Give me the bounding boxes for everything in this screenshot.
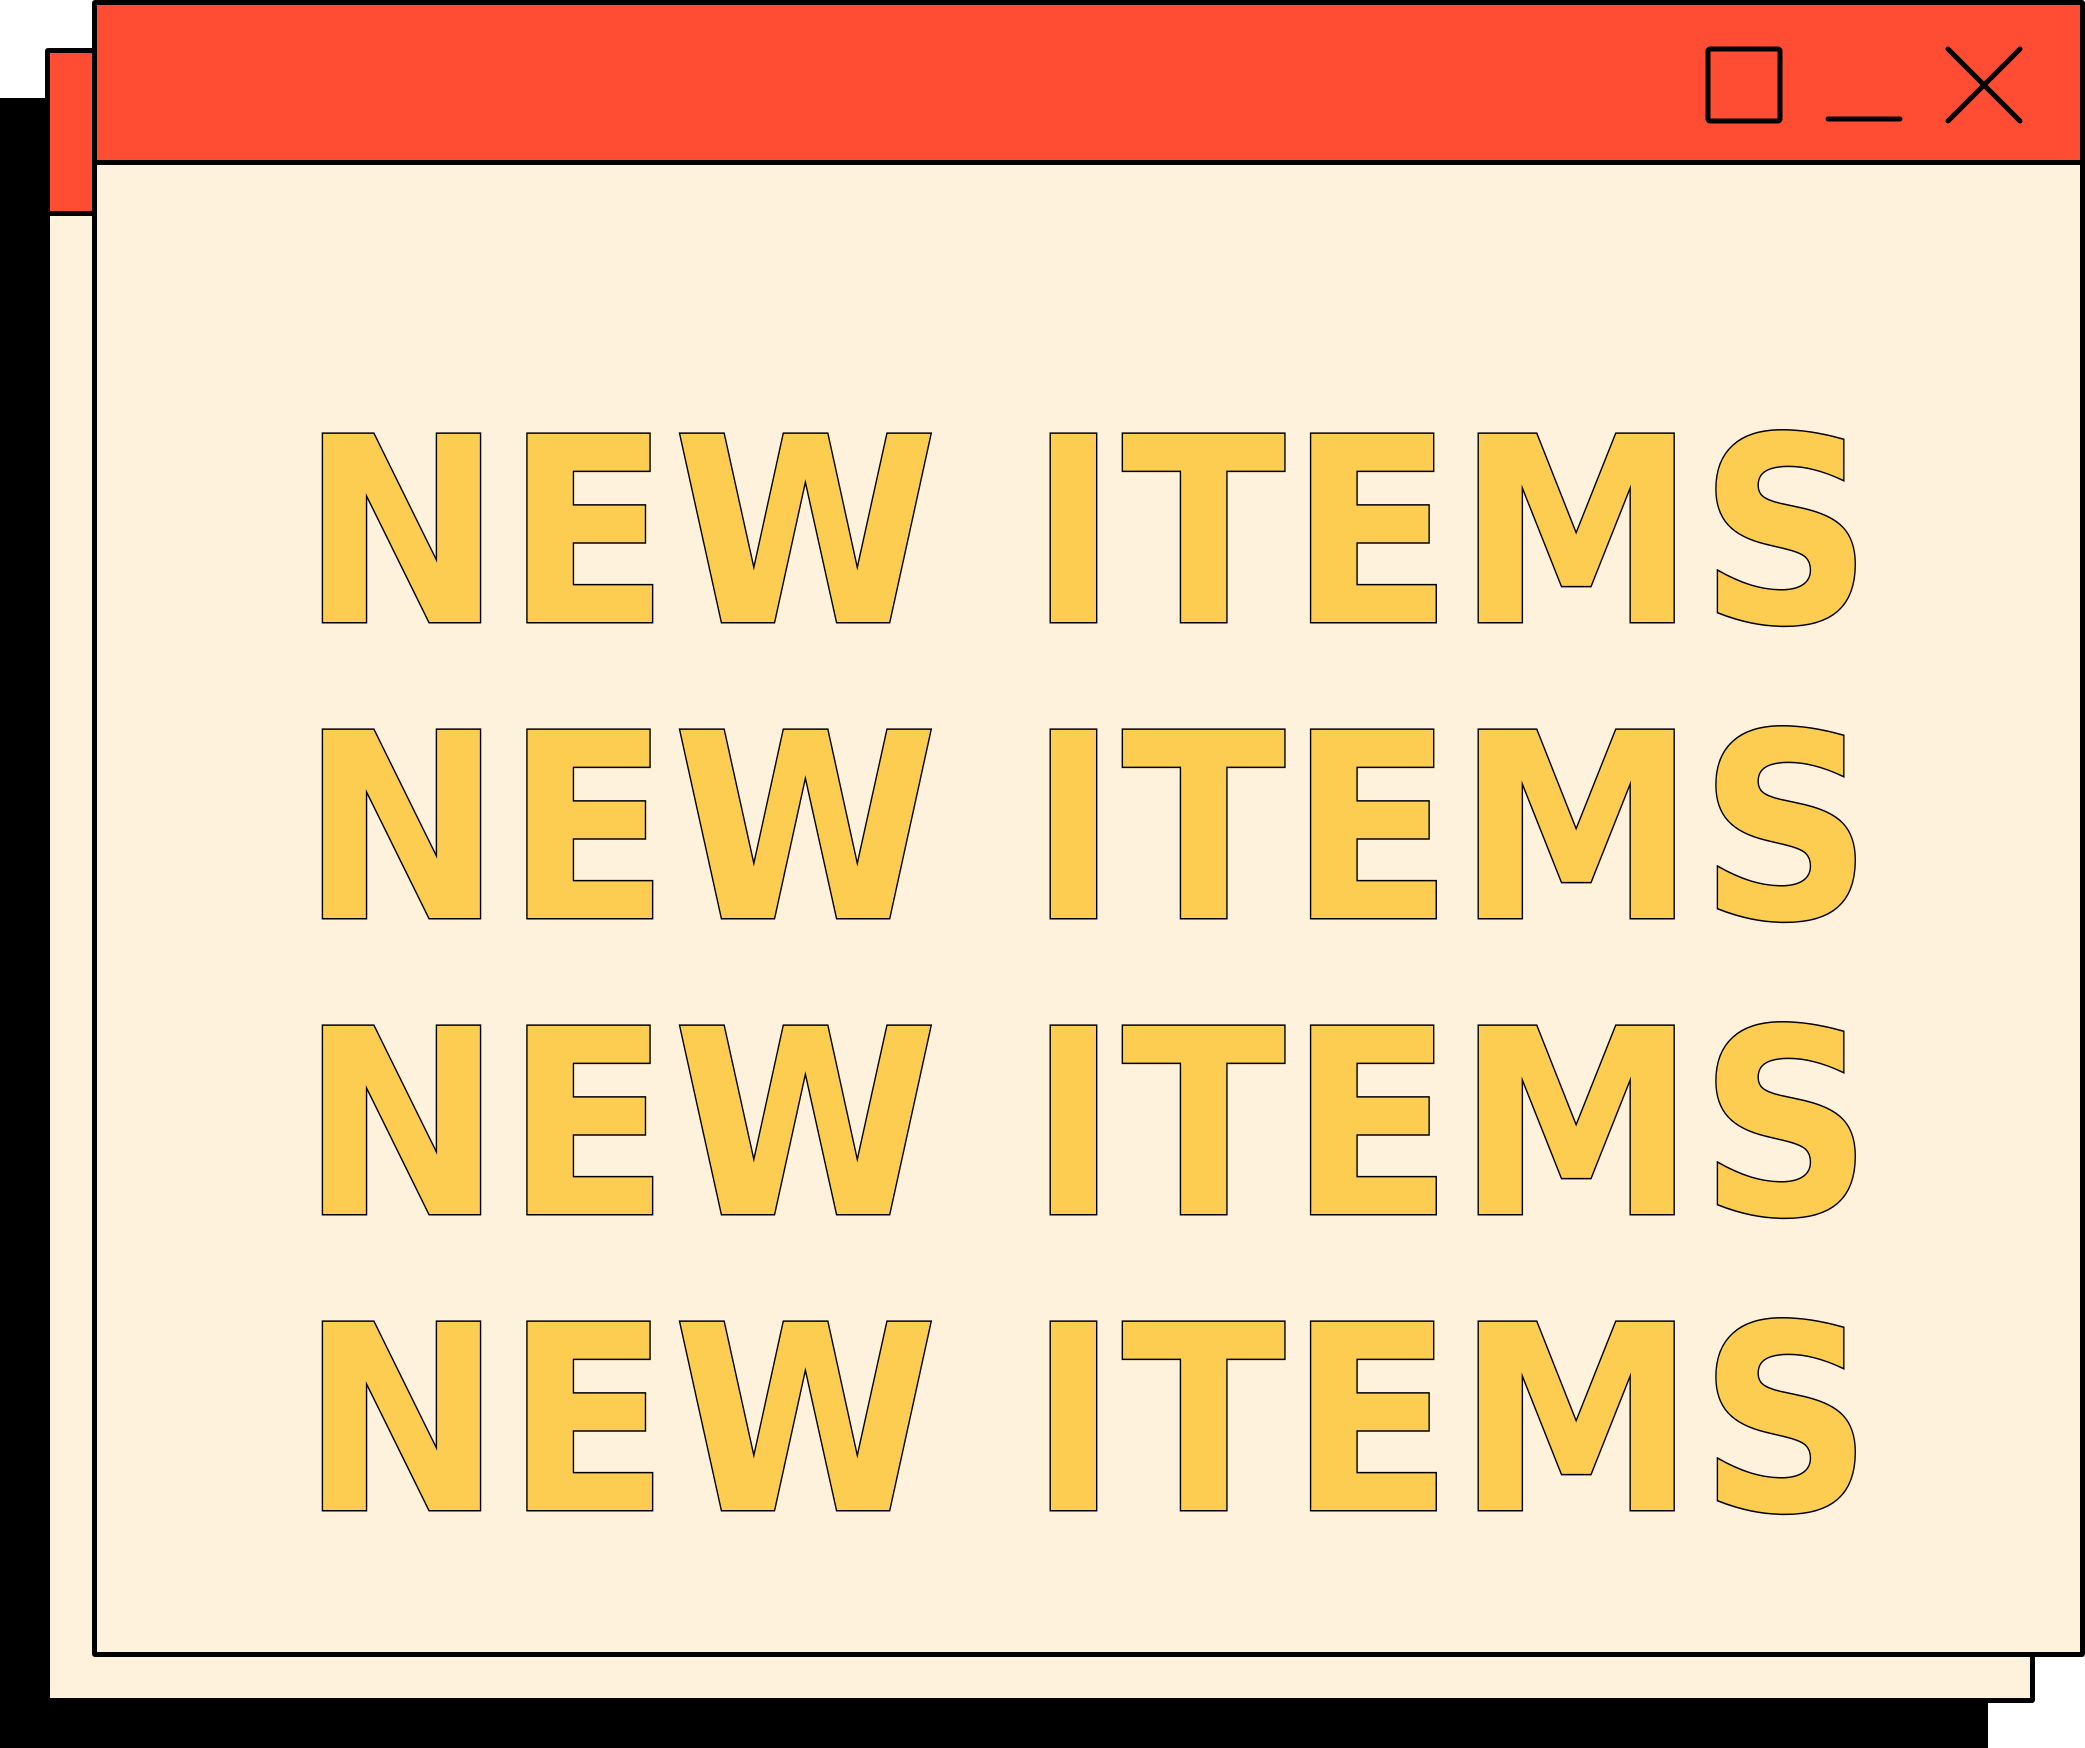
close-button[interactable] — [1944, 45, 2024, 125]
headline-line: NEW ITEMS — [300, 1271, 1876, 1571]
headline-line: NEW ITEMS — [300, 383, 1876, 683]
minimize-button[interactable] — [1824, 45, 1904, 125]
square-icon — [1705, 46, 1783, 124]
window-content: NEW ITEMS NEW ITEMS NEW ITEMS NEW ITEMS — [97, 165, 2080, 1652]
headline-text: NEW ITEMS NEW ITEMS NEW ITEMS NEW ITEMS — [97, 383, 2080, 1571]
headline-line: NEW ITEMS — [300, 679, 1876, 979]
stage: NEW ITEMS NEW ITEMS NEW ITEMS NEW ITEMS — [0, 0, 2085, 1748]
maximize-button[interactable] — [1704, 45, 1784, 125]
x-icon — [1945, 46, 2023, 124]
window-controls — [1704, 45, 2034, 125]
headline-line: NEW ITEMS — [300, 975, 1876, 1275]
main-window: NEW ITEMS NEW ITEMS NEW ITEMS NEW ITEMS — [92, 0, 2085, 1657]
window-titlebar — [97, 5, 2080, 165]
